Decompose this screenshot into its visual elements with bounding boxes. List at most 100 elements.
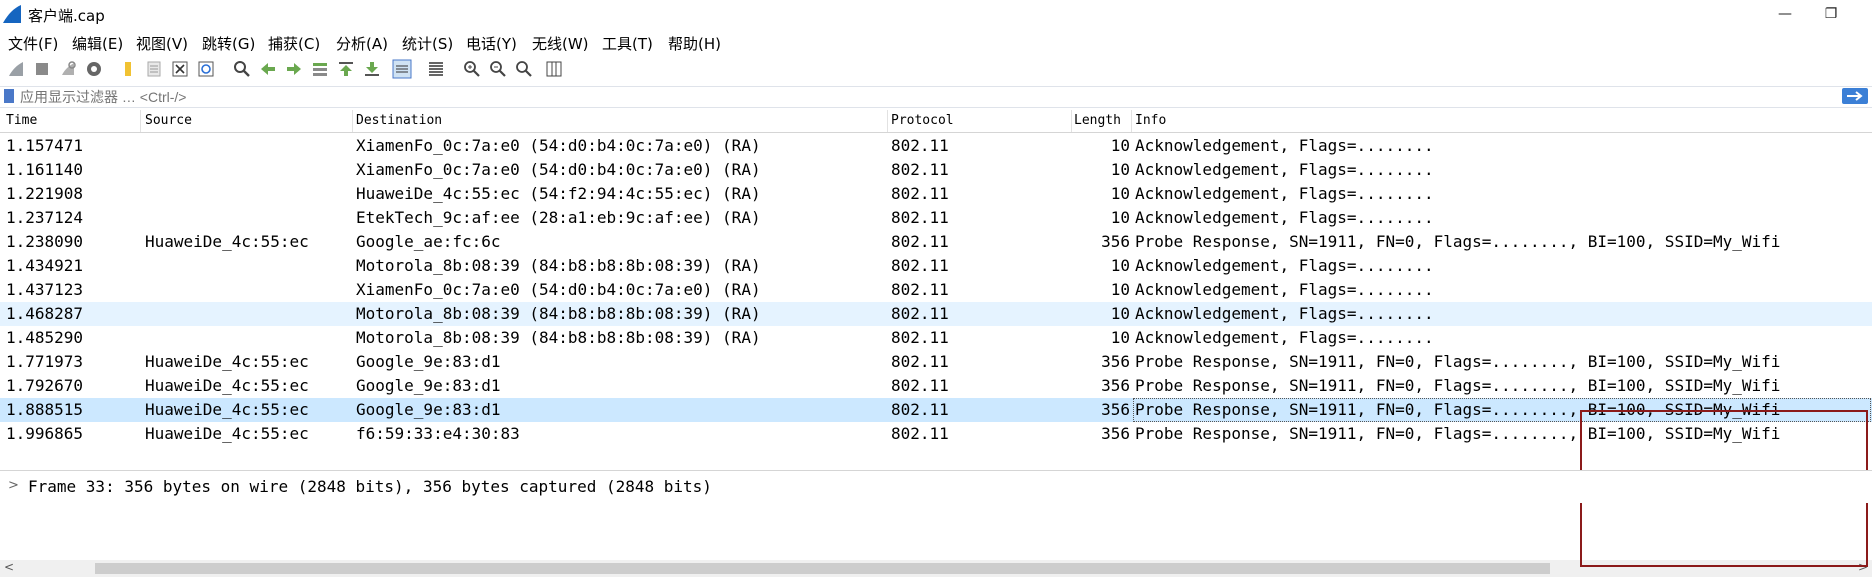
packet-length-cell: 10 [1110, 280, 1130, 299]
frame-summary[interactable]: Frame 33: 356 bytes on wire (2848 bits),… [28, 477, 712, 496]
filter-bookmark-icon[interactable] [4, 89, 14, 103]
apply-filter-button[interactable] [1842, 88, 1868, 104]
save-file-icon[interactable] [144, 59, 164, 79]
menu-wireless[interactable]: 无线(W) [532, 33, 589, 54]
window-title: 客户端.cap [28, 7, 105, 25]
packet-time-cell: 1.434921 [6, 256, 84, 275]
menu-file[interactable]: 文件(F) [8, 33, 58, 54]
packet-time-cell: 1.238090 [6, 232, 84, 251]
go-to-packet-icon[interactable] [310, 59, 330, 79]
restart-capture-icon[interactable] [58, 59, 78, 79]
packet-length-cell: 10 [1110, 184, 1130, 203]
packet-time-cell: 1.996865 [6, 424, 84, 443]
packet-row[interactable]: 1.161140 XiamenFo_0c:7a:e0 (54:d0:b4:0c:7… [0, 158, 1872, 182]
packet-protocol-cell: 802.11 [891, 160, 949, 179]
packet-row[interactable]: 1.221908 HuaweiDe_4c:55:ec (54:f2:94:4c:5… [0, 182, 1872, 206]
packet-row[interactable]: 1.437123 XiamenFo_0c:7a:e0 (54:d0:b4:0c:7… [0, 278, 1872, 302]
start-capture-icon[interactable] [6, 59, 26, 79]
packet-destination-cell: XiamenFo_0c:7a:e0 (54:d0:b4:0c:7a:e0) (R… [356, 136, 761, 155]
packet-source-cell: HuaweiDe_4c:55:ec [145, 400, 309, 419]
find-packet-icon[interactable] [232, 59, 252, 79]
packet-destination-cell: Google_ae:fc:6c [356, 232, 501, 251]
scroll-left-icon[interactable]: < [4, 560, 14, 574]
title-bar: 客户端.cap — ❐ [0, 0, 1872, 28]
menu-go[interactable]: 跳转(G) [202, 33, 255, 54]
packet-time-cell: 1.888515 [6, 400, 84, 419]
packet-time-cell: 1.237124 [6, 208, 84, 227]
packet-source-cell: HuaweiDe_4c:55:ec [145, 352, 309, 371]
packet-row[interactable]: 1.238090 HuaweiDe_4c:55:ec Google_ae:fc:6c… [0, 230, 1872, 254]
packet-time-cell: 1.468287 [6, 304, 84, 323]
go-forward-icon[interactable] [284, 59, 304, 79]
packet-details: > Frame 33: 356 bytes on wire (2848 bits… [0, 470, 1872, 503]
packet-protocol-cell: 802.11 [891, 352, 949, 371]
menu-telephony[interactable]: 电话(Y) [466, 33, 517, 54]
column-header-time[interactable]: Time [6, 113, 37, 128]
menu-help[interactable]: 帮助(H) [668, 33, 721, 54]
menu-statistics[interactable]: 统计(S) [402, 33, 453, 54]
packet-row[interactable]: 1.237124 EtekTech_9c:af:ee (28:a1:eb:9c:a… [0, 206, 1872, 230]
go-back-icon[interactable] [258, 59, 278, 79]
capture-options-icon[interactable] [84, 59, 104, 79]
display-filter-input[interactable] [20, 87, 1840, 106]
packet-destination-cell: XiamenFo_0c:7a:e0 (54:d0:b4:0c:7a:e0) (R… [356, 160, 761, 179]
packet-time-cell: 1.771973 [6, 352, 84, 371]
auto-scroll-icon[interactable] [392, 59, 412, 79]
column-header-source[interactable]: Source [145, 113, 192, 128]
colorize-icon[interactable] [426, 59, 446, 79]
go-first-icon[interactable] [336, 59, 356, 79]
packet-length-cell: 356 [1101, 424, 1130, 443]
scrollbar-thumb[interactable] [95, 563, 1550, 574]
packet-row[interactable]: 1.157471 XiamenFo_0c:7a:e0 (54:d0:b4:0c:7… [0, 134, 1872, 158]
column-header-info[interactable]: Info [1135, 113, 1166, 128]
normal-size-icon[interactable] [514, 59, 534, 79]
menu-analyze[interactable]: 分析(A) [336, 33, 388, 54]
packet-destination-cell: Motorola_8b:08:39 (84:b8:b8:8b:08:39) (R… [356, 256, 761, 275]
packet-source-cell: HuaweiDe_4c:55:ec [145, 376, 309, 395]
menu-view[interactable]: 视图(V) [136, 33, 188, 54]
close-file-icon[interactable] [170, 59, 190, 79]
column-header-length[interactable]: Length [1074, 113, 1121, 128]
zoom-out-icon[interactable] [488, 59, 508, 79]
packet-row[interactable]: 1.485290 Motorola_8b:08:39 (84:b8:b8:8b:0… [0, 326, 1872, 350]
zoom-in-icon[interactable] [462, 59, 482, 79]
column-header-protocol[interactable]: Protocol [891, 113, 954, 128]
packet-length-cell: 356 [1101, 400, 1130, 419]
packet-destination-cell: Google_9e:83:d1 [356, 400, 501, 419]
packet-time-cell: 1.161140 [6, 160, 84, 179]
packet-info-cell: Acknowledgement, Flags=........ [1135, 136, 1434, 155]
expand-chevron-icon[interactable]: > [8, 478, 19, 493]
column-header-destination[interactable]: Destination [356, 113, 442, 128]
packet-destination-cell: HuaweiDe_4c:55:ec (54:f2:94:4c:55:ec) (R… [356, 184, 761, 203]
packet-info-cell: Probe Response, SN=1911, FN=0, Flags=...… [1135, 232, 1781, 251]
packet-info-cell: Probe Response, SN=1911, FN=0, Flags=...… [1135, 376, 1781, 395]
minimize-button[interactable]: — [1762, 0, 1808, 28]
arrow-right-icon [1847, 91, 1863, 101]
restore-button[interactable]: ❐ [1808, 0, 1854, 28]
packet-info-cell: Acknowledgement, Flags=........ [1135, 328, 1434, 347]
reload-file-icon[interactable] [196, 59, 216, 79]
packet-row[interactable]: 1.468287 Motorola_8b:08:39 (84:b8:b8:8b:0… [0, 302, 1872, 326]
main-toolbar [0, 56, 1872, 84]
packet-row[interactable]: 1.434921 Motorola_8b:08:39 (84:b8:b8:8b:0… [0, 254, 1872, 278]
packet-length-cell: 356 [1101, 232, 1130, 251]
packet-protocol-cell: 802.11 [891, 304, 949, 323]
packet-info-cell: Probe Response, SN=1911, FN=0, Flags=...… [1135, 352, 1781, 371]
packet-time-cell: 1.485290 [6, 328, 84, 347]
menu-edit[interactable]: 编辑(E) [72, 33, 123, 54]
packet-destination-cell: EtekTech_9c:af:ee (28:a1:eb:9c:af:ee) (R… [356, 208, 761, 227]
menu-tools[interactable]: 工具(T) [602, 33, 653, 54]
packet-length-cell: 10 [1110, 160, 1130, 179]
menu-capture[interactable]: 捕获(C) [268, 33, 320, 54]
packet-row[interactable]: 1.792670 HuaweiDe_4c:55:ec Google_9e:83:d1… [0, 374, 1872, 398]
packet-info-cell: Acknowledgement, Flags=........ [1135, 184, 1434, 203]
packet-protocol-cell: 802.11 [891, 424, 949, 443]
resize-columns-icon[interactable] [544, 59, 564, 79]
go-last-icon[interactable] [362, 59, 382, 79]
stop-capture-icon[interactable] [32, 59, 52, 79]
packet-protocol-cell: 802.11 [891, 256, 949, 275]
packet-row[interactable]: 1.771973 HuaweiDe_4c:55:ec Google_9e:83:d1… [0, 350, 1872, 374]
packet-protocol-cell: 802.11 [891, 328, 949, 347]
open-file-icon[interactable] [118, 59, 138, 79]
packet-info-cell: Acknowledgement, Flags=........ [1135, 280, 1434, 299]
